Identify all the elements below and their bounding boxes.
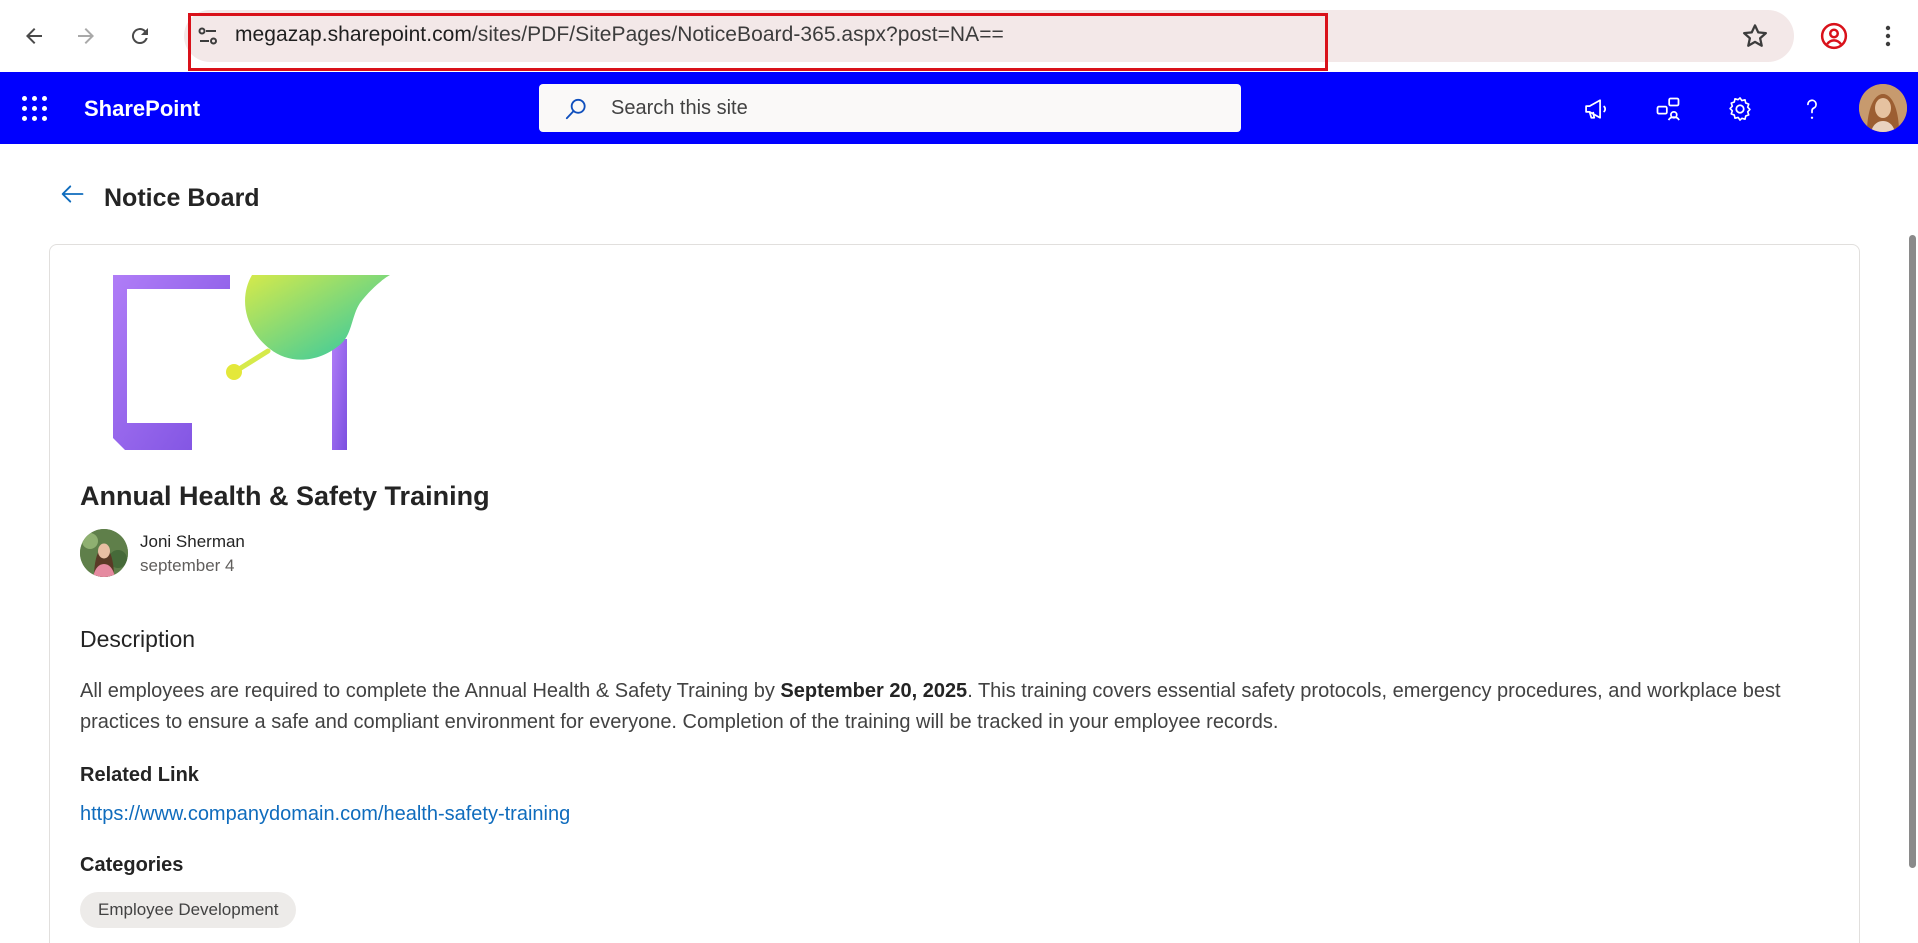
description-deadline: September 20, 2025 xyxy=(780,680,968,702)
user-photo xyxy=(1859,84,1907,132)
brand-title[interactable]: SharePoint xyxy=(84,96,200,122)
search-placeholder: Search this site xyxy=(611,97,748,119)
announcements-button[interactable] xyxy=(1581,94,1611,124)
category-tag[interactable]: Employee Development xyxy=(80,892,297,928)
reload-button[interactable] xyxy=(120,16,160,56)
forward-arrow-icon xyxy=(78,28,94,44)
notice-board-logo xyxy=(113,275,390,450)
description-before: All employees are required to complete t… xyxy=(80,680,781,702)
back-arrow-icon xyxy=(26,28,42,44)
reload-icon xyxy=(131,28,148,45)
author-photo xyxy=(80,529,128,577)
back-to-list-button[interactable] xyxy=(58,180,86,213)
related-link[interactable]: https://www.companydomain.com/health-saf… xyxy=(80,803,570,826)
more-vertical-icon[interactable] xyxy=(1876,21,1900,51)
suite-bar: SharePoint Search this site xyxy=(0,72,1918,144)
forward-button[interactable] xyxy=(66,16,106,56)
user-avatar[interactable] xyxy=(1859,84,1907,132)
back-button[interactable] xyxy=(14,16,54,56)
megaphone-icon xyxy=(1585,99,1606,119)
description-text: All employees are required to complete t… xyxy=(80,676,1820,738)
hero-image xyxy=(80,275,390,450)
description-heading: Description xyxy=(80,626,196,652)
browser-toolbar: megazap.sharepoint.com/sites/PDF/SitePag… xyxy=(0,0,1918,72)
url-highlight-box xyxy=(188,13,1328,71)
share-icon xyxy=(1656,97,1680,121)
gear-icon xyxy=(1729,97,1751,121)
search-icon xyxy=(565,98,586,120)
page-title: Notice Board xyxy=(104,184,260,212)
scrollbar-thumb[interactable] xyxy=(1909,235,1916,868)
back-arrow-icon xyxy=(61,185,84,203)
post-date: september 4 xyxy=(140,556,235,575)
profile-icon[interactable] xyxy=(1819,21,1849,51)
help-icon xyxy=(1807,99,1817,119)
author-avatar[interactable] xyxy=(80,529,128,577)
post-title: Annual Health & Safety Training xyxy=(80,481,490,511)
waffle-icon[interactable] xyxy=(22,96,48,122)
help-button[interactable] xyxy=(1797,94,1827,124)
settings-button[interactable] xyxy=(1725,94,1755,124)
author-name[interactable]: Joni Sherman xyxy=(140,532,245,552)
categories-label: Categories xyxy=(80,854,184,876)
star-icon[interactable] xyxy=(1740,21,1770,51)
related-link-label: Related Link xyxy=(80,764,199,786)
share-button[interactable] xyxy=(1653,94,1683,124)
search-input[interactable]: Search this site xyxy=(539,84,1241,132)
